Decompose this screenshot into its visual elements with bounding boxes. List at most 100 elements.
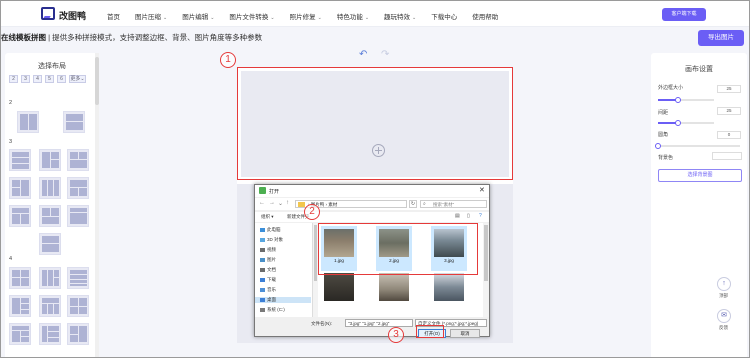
layout-tab[interactable]: 4 [33,75,42,83]
redo-icon[interactable]: ↷ [381,49,389,60]
outer-border-slider[interactable] [658,97,714,103]
close-icon[interactable]: ✕ [479,186,485,194]
layout-option[interactable] [39,323,61,345]
slider-knob[interactable] [674,97,681,103]
main-nav: 首页 图片压缩 ⌄ 图片编辑 ⌄ 图片文件转换 ⌄ 照片修复 ⌄ 特色功能 ⌄ 趣玩特效 ⌄ 下载中心 使用… [107,11,513,21]
outer-border-input[interactable]: 25 [717,85,741,93]
annotation-box-canvas-cell [237,67,513,180]
filename-input[interactable]: "3.jpg" "1.jpg" "2.jpg" [345,319,413,327]
layout-option[interactable] [67,295,89,317]
file-item[interactable] [431,273,467,302]
nav-item-label: 首页 [107,14,120,21]
scrollbar-thumb[interactable] [484,225,488,281]
tree-item[interactable]: 视频 [260,247,276,253]
spacing-slider[interactable] [658,120,714,126]
scrollbar-thumb[interactable] [95,57,99,105]
forward-icon[interactable]: → [269,200,275,206]
corner-radius-input[interactable]: 0 [717,131,741,139]
layout-option[interactable] [67,323,89,345]
organize-menu[interactable]: 组织 ▾ [261,214,274,220]
layout-option[interactable] [9,149,31,171]
scrollbar-thumb[interactable] [314,225,317,281]
nav-item[interactable]: 图片文件转换 ⌄ [229,11,274,21]
corner-radius-slider[interactable] [655,143,740,149]
folder-search-input[interactable]: ⌕ 搜索"素材" [420,200,487,208]
layout-tab[interactable]: 3 [21,75,30,83]
layout-tab[interactable]: 2 [9,75,18,83]
layout-option[interactable] [17,111,39,133]
nav-item[interactable]: 图片编辑 ⌄ [182,11,214,21]
layout-option[interactable] [67,149,89,171]
up-icon[interactable]: ↑ [286,200,289,206]
layout-panel-scrollbar[interactable] [95,53,99,357]
view-options-icon[interactable]: ▤ [455,213,460,219]
file-item[interactable] [376,273,412,302]
slider-knob[interactable] [674,120,681,126]
tree-item-label: 音乐 [267,287,276,292]
refresh-icon[interactable]: ↻ [409,200,417,208]
layout-option[interactable] [39,177,61,199]
recent-dropdown-icon[interactable]: ⌄ [278,200,283,207]
tree-item[interactable]: 桌面 [255,297,311,303]
layout-option[interactable] [67,267,89,289]
tree-item[interactable]: 文档 [260,267,276,273]
logo-icon[interactable] [41,7,55,20]
layout-option[interactable] [39,149,61,171]
nav-item-label: 图片编辑 [182,14,209,21]
nav-item[interactable]: 照片修复 ⌄ [290,11,322,21]
background-color-picker[interactable] [712,152,742,160]
nav-item[interactable]: 图片压缩 ⌄ [135,11,167,21]
layout-tab[interactable]: 5 [45,75,54,83]
navigation-tree: 此电脑 3D 对象视频图片文档下载音乐桌面系统 (C:) [255,223,313,317]
layout-option[interactable] [39,233,61,255]
layout-tab[interactable]: 6 [57,75,66,83]
layout-option[interactable] [9,295,31,317]
tree-item-label: 文档 [267,267,276,272]
choose-background-button[interactable]: 选择背景图 [658,169,742,182]
layout-option[interactable] [9,205,31,227]
back-to-top-label[interactable]: 顶部 [719,293,728,299]
nav-item[interactable]: 使用帮助 [472,11,498,21]
nav-item[interactable]: 特色功能 ⌄ [337,11,369,21]
slider-knob[interactable] [655,143,661,149]
back-icon[interactable]: ← [259,200,265,206]
files-scrollbar[interactable] [483,223,489,317]
nav-item-label: 特色功能 [336,14,363,21]
spacing-input[interactable]: 25 [717,107,741,115]
annotation-marker-2: 2 [304,204,320,220]
export-image-button[interactable]: 导出图片 [698,30,744,46]
feedback-label[interactable]: 反馈 [719,325,728,331]
nav-item[interactable]: 趣玩特效 ⌄ [384,11,416,21]
outer-border-label: 外边框大小 [658,85,684,91]
layout-option[interactable] [9,177,31,199]
layout-option[interactable] [39,267,61,289]
tree-item[interactable]: 3D 对象 [260,237,283,243]
client-download-button[interactable]: 客户端下载 [662,8,706,21]
layout-option[interactable] [9,323,31,345]
back-to-top-icon[interactable]: ↑ [717,277,731,291]
brand-name[interactable]: 改图鸭 [59,9,86,22]
layout-option[interactable] [39,205,61,227]
layout-option[interactable] [39,295,61,317]
undo-icon[interactable]: ↶ [359,49,367,60]
tree-item[interactable]: 系统 (C:) [260,307,285,313]
tree-item[interactable]: 音乐 [260,287,276,293]
help-icon[interactable]: ? [479,213,482,219]
folder-icon [260,257,265,262]
cancel-button[interactable]: 取消 [450,329,480,338]
file-item[interactable] [321,273,357,302]
preview-pane-icon[interactable]: ▯ [467,213,470,219]
file-thumbnail [379,273,409,301]
layout-tab[interactable]: 更多⌄ [69,75,86,83]
tree-item[interactable]: 此电脑 [260,227,281,233]
layout-option[interactable] [63,111,85,133]
layout-option[interactable] [67,205,89,227]
feedback-icon[interactable]: ✉ [717,309,731,323]
nav-item[interactable]: 下载中心 [431,11,457,21]
dialog-toolbar: 组织 ▾ 新建文件夹 ▤ ▯ ? [255,212,489,222]
nav-item[interactable]: 首页 [107,11,120,21]
tree-item[interactable]: 下载 [260,277,276,283]
tree-item[interactable]: 图片 [260,257,276,263]
layout-option[interactable] [67,177,89,199]
layout-option[interactable] [9,267,31,289]
